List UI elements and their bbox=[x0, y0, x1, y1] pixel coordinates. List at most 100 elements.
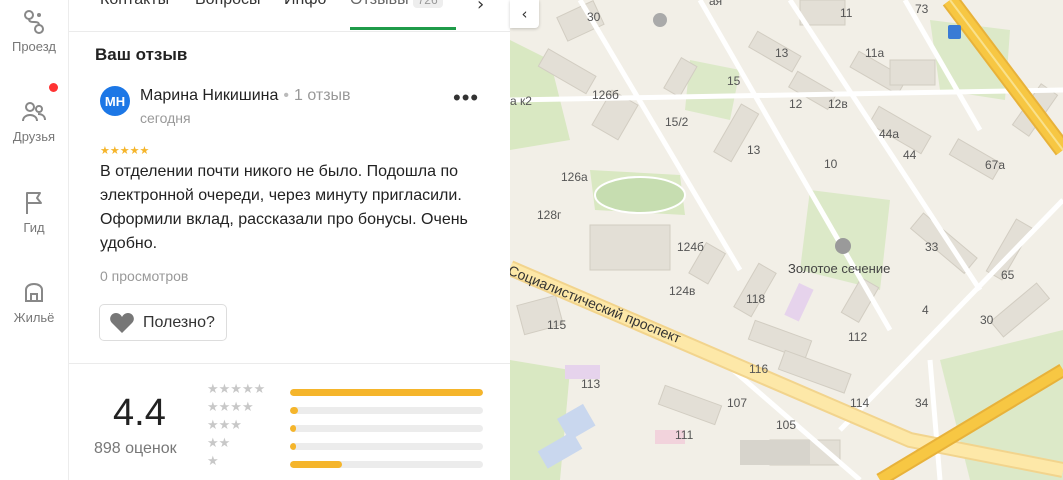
poi-icon bbox=[653, 13, 667, 27]
rail-route-label: Проезд bbox=[11, 39, 56, 54]
tab-info[interactable]: Инфо bbox=[284, 0, 326, 9]
review-text: В отделении почти никого не было. Подошл… bbox=[100, 163, 468, 252]
side-rail: Проезд Друзья Гид Жильё bbox=[0, 0, 69, 480]
place-panel: Контакты Вопросы Инфо Отзывы726 › Ваш от… bbox=[69, 0, 510, 480]
rail-route[interactable]: Проезд bbox=[0, 9, 68, 54]
house-number-label: 33 bbox=[925, 240, 939, 254]
author-review-count: 1 отзыв bbox=[293, 87, 351, 104]
map[interactable]: ая Золотое сечение Социалистический прос… bbox=[510, 0, 1063, 480]
tab-reviews-label: Отзывы bbox=[350, 0, 409, 8]
ratings-count: 898 оценок bbox=[94, 440, 177, 457]
transit-stop-icon[interactable] bbox=[948, 25, 961, 39]
house-number-label: 13 bbox=[747, 143, 761, 157]
notification-dot bbox=[49, 83, 58, 92]
house-number-label: 15/2 bbox=[665, 115, 689, 129]
rail-housing-label: Жильё bbox=[13, 310, 55, 325]
useful-button[interactable]: Полезно? bbox=[99, 304, 227, 341]
rating-bar-fill bbox=[290, 443, 296, 450]
rail-friends-label: Друзья bbox=[12, 129, 56, 144]
rating-distribution-row: ★★ bbox=[207, 436, 510, 452]
rating-distribution-row: ★★★★★ bbox=[207, 382, 510, 398]
more-options-icon[interactable]: ••• bbox=[453, 87, 479, 109]
review-author-line: Марина Никишина • 1 отзыв bbox=[140, 87, 351, 105]
route-icon bbox=[24, 10, 44, 34]
active-tab-indicator bbox=[350, 27, 456, 30]
house-number-label: 67а bbox=[985, 158, 1006, 172]
author-name[interactable]: Марина Никишина bbox=[140, 87, 278, 104]
house-number-label: 128г bbox=[537, 208, 562, 222]
rail-guide[interactable]: Гид bbox=[0, 190, 68, 235]
house-number-label: 10 bbox=[824, 157, 838, 171]
rail-guide-label: Гид bbox=[23, 220, 45, 235]
rating-row-stars: ★★ bbox=[207, 436, 231, 451]
review-stars: ★★★★★ bbox=[100, 144, 150, 157]
rail-housing[interactable]: Жильё bbox=[0, 276, 68, 325]
rating-bar bbox=[290, 389, 483, 396]
house-number-label: 34 bbox=[915, 396, 929, 410]
tab-questions[interactable]: Вопросы bbox=[195, 0, 261, 9]
rating-distribution-row: ★★★★ bbox=[207, 400, 510, 416]
rating-bar bbox=[290, 461, 483, 468]
rating-row-stars: ★★★ bbox=[207, 418, 242, 433]
house-number-label: 30 bbox=[980, 313, 994, 327]
house-number-label: 44а bbox=[879, 127, 900, 141]
house-number-label: 12в bbox=[828, 97, 848, 111]
rating-bar bbox=[290, 425, 483, 432]
rating-row-stars: ★★★★★ bbox=[207, 382, 266, 397]
heart-icon bbox=[110, 312, 134, 333]
map-place-label[interactable]: Золотое сечение bbox=[788, 261, 890, 276]
useful-label: Полезно? bbox=[143, 313, 215, 331]
place-marker-icon[interactable] bbox=[835, 238, 851, 254]
house-number-label: 126б bbox=[592, 88, 619, 102]
house-number-label: 44 bbox=[903, 148, 917, 162]
house-number-label: 111 bbox=[675, 428, 694, 442]
house-number-label: 30 bbox=[587, 10, 601, 24]
divider bbox=[69, 363, 510, 364]
house-number-label: 11а bbox=[865, 46, 885, 60]
average-rating: 4.4 bbox=[113, 392, 166, 434]
house-number-label: 126а bbox=[561, 170, 588, 184]
map-street-top: ая bbox=[709, 0, 723, 8]
house-number-label: 107 bbox=[727, 396, 748, 410]
house-number-label: 105 bbox=[776, 418, 797, 432]
house-number-label: 12 bbox=[789, 97, 803, 111]
house-number-label: 73 bbox=[915, 2, 929, 16]
house-number-label: 113 bbox=[581, 377, 601, 391]
house-number-label: 65 bbox=[1001, 268, 1015, 282]
house-number-label: 114 bbox=[850, 396, 870, 410]
rail-friends[interactable]: Друзья bbox=[0, 83, 68, 144]
rating-distribution-row: ★★★ bbox=[207, 418, 510, 434]
house-number-label: 4 bbox=[922, 303, 929, 317]
rating-bar bbox=[290, 443, 483, 450]
house-number-label: 15 bbox=[727, 74, 741, 88]
tab-reviews[interactable]: Отзывы726 bbox=[350, 0, 443, 9]
tab-contacts[interactable]: Контакты bbox=[100, 0, 169, 9]
tab-reviews-count: 726 bbox=[412, 0, 443, 8]
house-number-label: 115 bbox=[547, 318, 567, 332]
collapse-panel-button[interactable]: ‹ bbox=[510, 0, 539, 28]
view-count: 0 просмотров bbox=[100, 268, 189, 284]
rating-bar-fill bbox=[290, 407, 298, 414]
house-number-label: 124в bbox=[669, 284, 696, 298]
house-number-label: 124б bbox=[677, 240, 704, 254]
house-number-label: 112 bbox=[848, 330, 868, 344]
rating-row-stars: ★★★★ bbox=[207, 400, 254, 415]
avatar[interactable]: МН bbox=[100, 86, 130, 116]
rating-bar bbox=[290, 407, 483, 414]
house-number-label: 116 bbox=[749, 362, 769, 376]
house-number-label: а к2 bbox=[510, 94, 532, 108]
rating-bar-fill bbox=[290, 425, 296, 432]
separator-dot: • bbox=[283, 87, 289, 104]
rating-distribution-row: ★ bbox=[207, 454, 510, 470]
rating-bar-fill bbox=[290, 461, 343, 468]
friends-icon bbox=[22, 102, 46, 122]
house-number-label: 118 bbox=[746, 292, 766, 306]
tabs-bar: Контакты Вопросы Инфо Отзывы726 › bbox=[69, 0, 510, 32]
house-number-label: 11 bbox=[840, 6, 853, 20]
rating-row-stars: ★ bbox=[207, 454, 219, 469]
map-canvas bbox=[510, 0, 1063, 480]
review-date: сегодня bbox=[140, 110, 191, 126]
house-icon bbox=[25, 283, 43, 302]
house-number-label: 13 bbox=[775, 46, 789, 60]
tabs-next-arrow-icon[interactable]: › bbox=[477, 0, 484, 15]
